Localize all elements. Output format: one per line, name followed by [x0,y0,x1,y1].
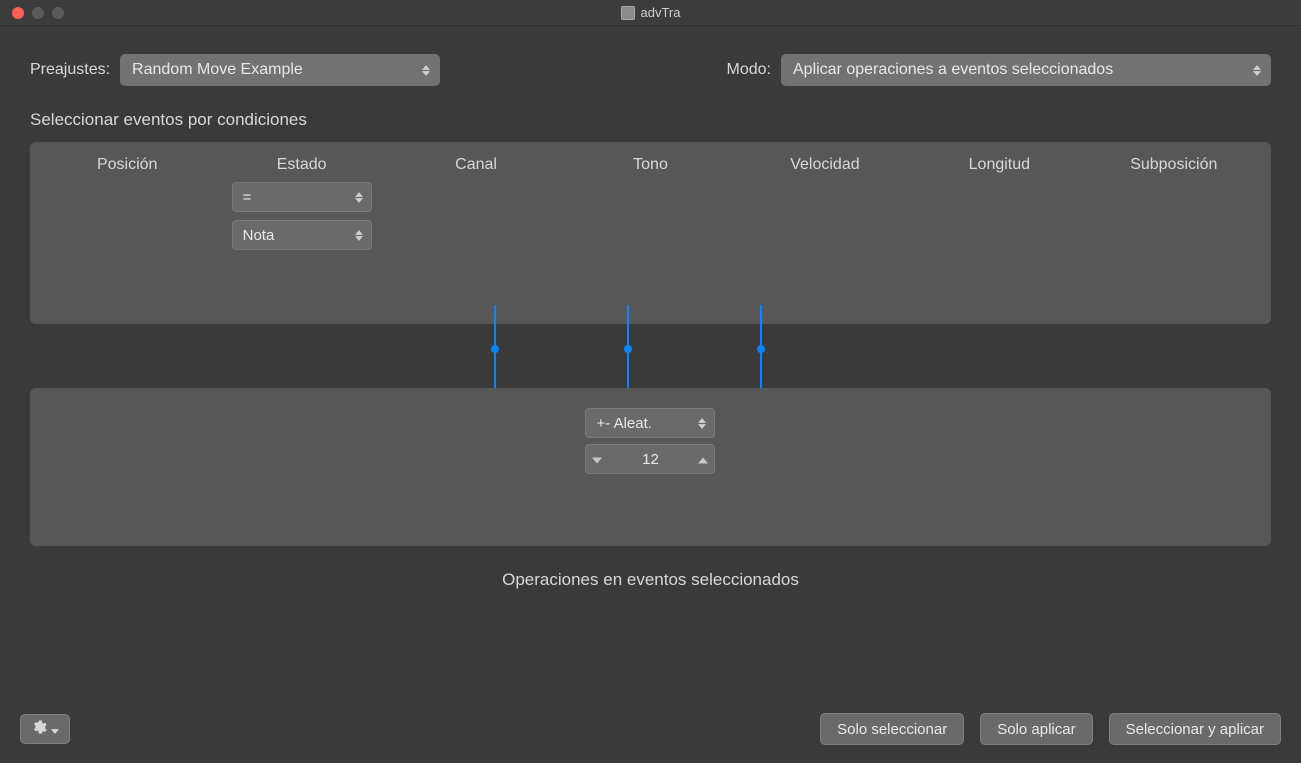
estado-operator-select[interactable]: = [232,182,372,212]
tono-value: 12 [602,451,698,468]
mode-label: Modo: [727,61,771,79]
chevron-updown-icon [696,415,708,431]
tono-value-stepper[interactable]: 12 [585,444,715,474]
col-canal: Canal [389,156,563,174]
chevron-updown-icon [353,227,365,243]
select-and-apply-button[interactable]: Seleccionar y aplicar [1109,713,1281,745]
chevron-updown-icon [1251,62,1263,78]
tono-operation-select[interactable]: +- Aleat. [585,408,715,438]
col-subposicion: Subposición [1087,156,1261,174]
condition-fields: = Nota [30,182,1271,250]
select-only-button[interactable]: Solo seleccionar [820,713,964,745]
mode-value: Aplicar operaciones a eventos selecciona… [793,61,1113,79]
operations-section-label: Operaciones en eventos seleccionados [0,546,1301,590]
conditions-panel: Posición Estado Canal Tono Velocidad Lon… [30,142,1271,324]
split-handle[interactable] [627,305,629,391]
mode-popup[interactable]: Aplicar operaciones a eventos selecciona… [781,54,1271,86]
stepper-increment[interactable] [698,451,708,468]
select-and-apply-label: Seleccionar y aplicar [1126,721,1264,738]
tono-operation-value: +- Aleat. [596,415,651,432]
presets-popup[interactable]: Random Move Example [120,54,440,86]
chevron-updown-icon [420,62,432,78]
presets-label: Preajustes: [30,61,110,79]
operations-panel: +- Aleat. 12 [30,388,1271,546]
condition-columns: Posición Estado Canal Tono Velocidad Lon… [30,142,1271,182]
col-posicion: Posición [40,156,214,174]
gear-icon [31,719,47,739]
col-tono: Tono [563,156,737,174]
footer: Solo seleccionar Solo aplicar Selecciona… [0,713,1301,745]
settings-menu-button[interactable] [20,714,70,744]
presets-value: Random Move Example [132,61,303,79]
apply-only-label: Solo aplicar [997,721,1075,738]
chevron-updown-icon [353,189,365,205]
estado-type-value: Nota [243,227,275,244]
estado-operator-value: = [243,189,252,206]
app-icon [621,6,635,20]
stepper-decrement[interactable] [592,451,602,468]
conditions-title: Seleccionar eventos por condiciones [0,100,1301,134]
window-title: advTra [0,5,1301,20]
apply-only-button[interactable]: Solo aplicar [980,713,1092,745]
col-velocidad: Velocidad [738,156,912,174]
col-estado: Estado [214,156,388,174]
split-handle[interactable] [760,305,762,391]
col-longitud: Longitud [912,156,1086,174]
top-row: Preajustes: Random Move Example Modo: Ap… [0,26,1301,100]
window-title-text: advTra [641,5,681,20]
select-only-label: Solo seleccionar [837,721,947,738]
split-handle[interactable] [494,305,496,391]
estado-type-select[interactable]: Nota [232,220,372,250]
window-titlebar: advTra [0,0,1301,26]
chevron-down-icon [51,721,59,738]
